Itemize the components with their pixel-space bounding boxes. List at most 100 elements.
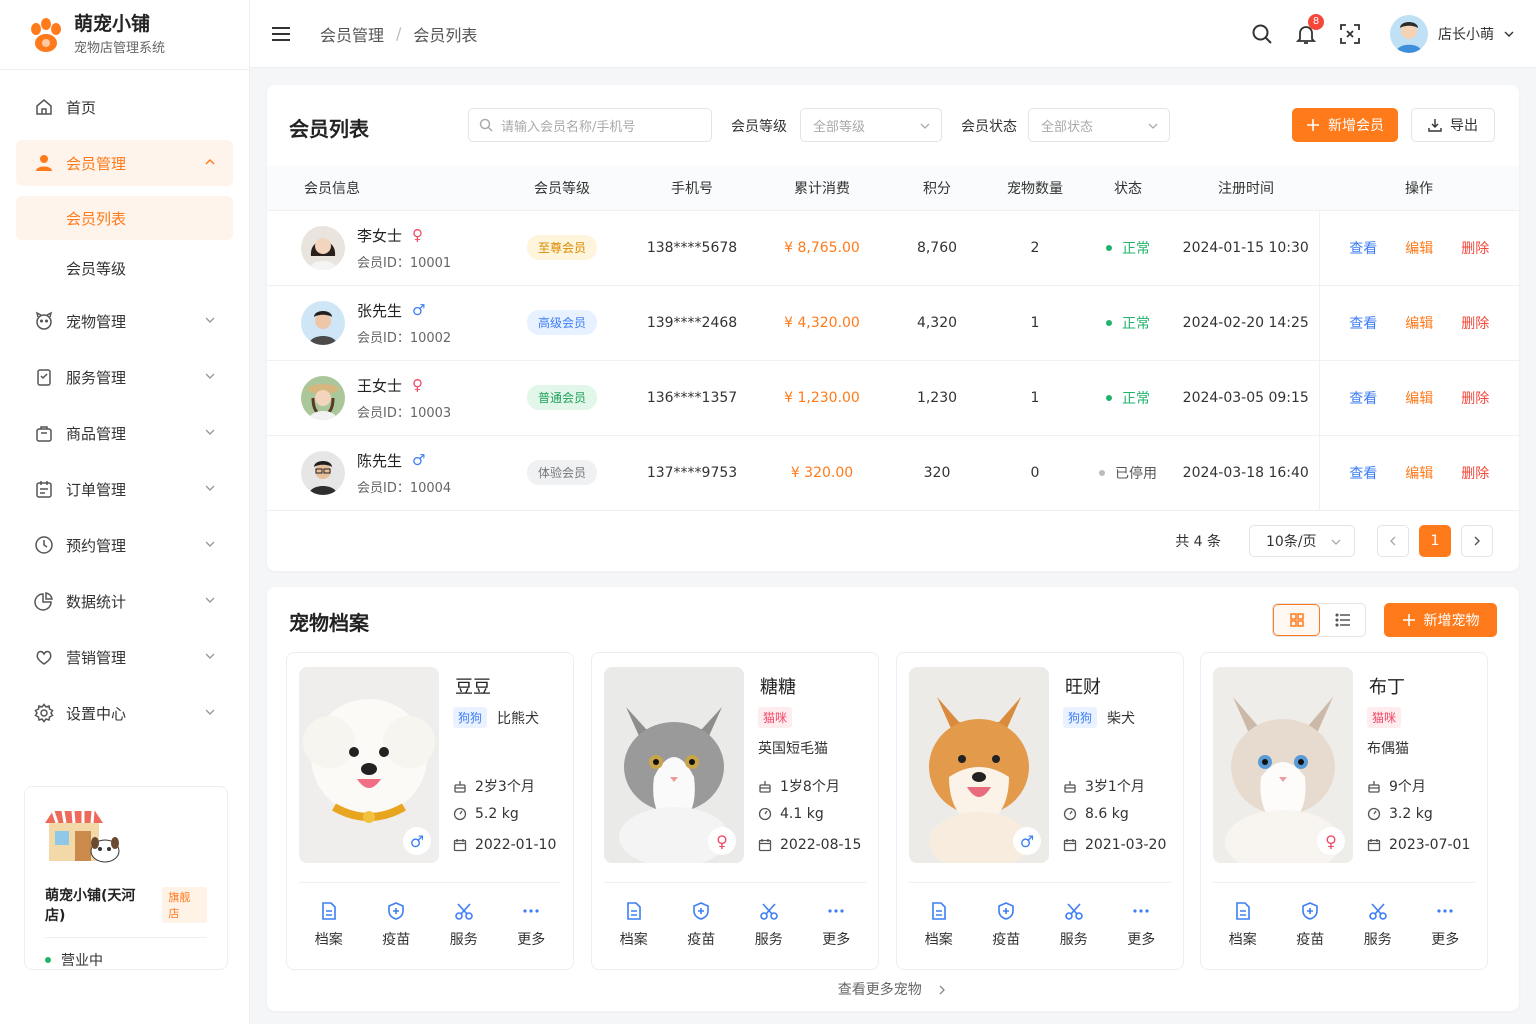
pet-age: 9个月 (1367, 776, 1426, 796)
nav-item-home[interactable]: 首页 (16, 84, 233, 130)
brand[interactable]: 萌宠小铺 宠物店管理系统 (0, 0, 249, 70)
delete-link[interactable]: 删除 (1461, 241, 1489, 257)
cake-icon (1368, 781, 1380, 793)
grid-view-button[interactable] (1273, 604, 1320, 636)
pet-breed: 比熊犬 (497, 710, 540, 727)
nav-item-goods[interactable]: 商品管理 (16, 410, 233, 456)
edit-link[interactable]: 编辑 (1405, 241, 1433, 257)
user-menu[interactable]: 店长小萌 (1390, 15, 1516, 53)
service-button[interactable]: 服务 (450, 901, 478, 949)
more-button[interactable]: 更多 (517, 901, 545, 949)
nav-label: 商品管理 (66, 424, 127, 443)
vaccine-button[interactable]: 疫苗 (382, 901, 410, 949)
member-avatar (301, 450, 345, 495)
pet-date: 2022-08-15 (758, 837, 861, 853)
nav-item-order[interactable]: 订单管理 (16, 466, 233, 512)
search-icon[interactable] (1250, 22, 1274, 46)
col-header: 积分 (887, 166, 987, 211)
calendar-icon (1367, 839, 1381, 852)
pet-card[interactable]: ♂ 豆豆 狗狗 比熊犬 2岁3个月 5.2 kg 2022-01-10 档案 疫苗… (286, 652, 574, 970)
archive-button[interactable]: 档案 (925, 901, 953, 949)
nav-item-service[interactable]: 服务管理 (16, 354, 233, 400)
nav-sub-member-level[interactable]: 会员等级 (16, 246, 233, 290)
view-link[interactable]: 查看 (1349, 391, 1377, 407)
panel-title: 宠物档案 (289, 611, 369, 635)
view-link[interactable]: 查看 (1349, 316, 1377, 332)
nav-item-stats[interactable]: 数据统计 (16, 578, 233, 624)
pet-card[interactable]: ♀ 布丁 猫咪 布偶猫 9个月 3.2 kg 2023-07-01 档案 疫苗 服… (1200, 652, 1488, 970)
edit-link[interactable]: 编辑 (1405, 391, 1433, 407)
service-button[interactable]: 服务 (755, 901, 783, 949)
view-link[interactable]: 查看 (1349, 241, 1377, 257)
action-label: 更多 (1127, 932, 1156, 948)
add-pet-button[interactable]: 新增宠物 (1384, 603, 1497, 637)
edit-link[interactable]: 编辑 (1405, 466, 1433, 482)
delete-link[interactable]: 删除 (1461, 391, 1489, 407)
phone-cell: 137****9753 (646, 464, 738, 481)
list-view-button[interactable] (1320, 604, 1365, 636)
store-card[interactable]: 萌宠小铺(天河店) 旗舰店 营业中 (24, 786, 228, 970)
nav-item-member[interactable]: 会员管理 (16, 140, 233, 186)
service-button[interactable]: 服务 (1364, 901, 1392, 949)
female-icon: ♀ (412, 226, 424, 244)
delete-link[interactable]: 删除 (1461, 316, 1489, 332)
male-icon: ♂ (1013, 827, 1041, 855)
vaccine-button[interactable]: 疫苗 (687, 901, 715, 949)
page-1-button[interactable]: 1 (1419, 525, 1451, 557)
notification-button[interactable]: 8 (1294, 14, 1324, 46)
view-more-pets-link[interactable]: 查看更多宠物 (267, 979, 1519, 999)
search-input[interactable]: 请输入会员名称/手机号 (468, 108, 712, 142)
menu-toggle-icon[interactable] (270, 23, 292, 45)
scale-icon (1367, 807, 1381, 821)
delete-link[interactable]: 删除 (1461, 466, 1489, 482)
cake-icon (759, 781, 771, 793)
edit-link[interactable]: 编辑 (1405, 316, 1433, 332)
points-cell: 4,320 (916, 314, 958, 331)
cake-icon (1064, 781, 1076, 793)
pet-card[interactable]: ♂ 旺财 狗狗 柴犬 3岁1个月 8.6 kg 2021-03-20 档案 疫苗 … (896, 652, 1184, 970)
next-page-button[interactable] (1461, 525, 1493, 557)
table-row: 陈先生 ♂ 会员ID：10004 体验会员 137****9753 ¥ 320.0… (267, 435, 1519, 510)
pet-photo: ♂ (299, 667, 439, 863)
action-label: 服务 (449, 932, 478, 948)
more-button[interactable]: 更多 (822, 901, 850, 949)
level-select[interactable]: 全部等级 (800, 108, 942, 142)
species-tag: 猫咪 (758, 707, 793, 728)
pet-breed: 柴犬 (1107, 710, 1136, 727)
nav-item-booking[interactable]: 预约管理 (16, 522, 233, 568)
panel-title: 会员列表 (289, 117, 369, 141)
table-row: 李女士 ♀ 会员ID：10001 至尊会员 138****5678 ¥ 8,765… (267, 210, 1519, 285)
shield-plus-icon (388, 902, 405, 920)
status-badge: 正常 (1106, 388, 1150, 408)
spend-cell: ¥ 8,765.00 (784, 239, 860, 256)
nav-item-settings[interactable]: 设置中心 (16, 690, 233, 736)
nav-item-pet[interactable]: 宠物管理 (16, 298, 233, 344)
service-button[interactable]: 服务 (1060, 901, 1088, 949)
page-size-select[interactable]: 10条/页 (1249, 525, 1355, 557)
view-link[interactable]: 查看 (1349, 466, 1377, 482)
archive-button[interactable]: 档案 (315, 901, 343, 949)
fullscreen-icon[interactable] (1338, 22, 1362, 46)
nav-sub-member-list[interactable]: 会员列表 (16, 196, 233, 240)
member-name: 陈先生 ♂ (357, 450, 451, 471)
nav-item-marketing[interactable]: 营销管理 (16, 634, 233, 680)
archive-button[interactable]: 档案 (1229, 901, 1257, 949)
prev-page-button[interactable] (1377, 525, 1409, 557)
top-header: 会员管理 / 会员列表 8 店长小萌 (250, 0, 1536, 68)
pet-card[interactable]: ♀ 糖糖 猫咪 英国短毛猫 1岁8个月 4.1 kg 2022-08-15 档案 … (591, 652, 879, 970)
archive-button[interactable]: 档案 (620, 901, 648, 949)
add-member-button[interactable]: 新增会员 (1292, 108, 1398, 142)
member-list-panel: 会员列表 请输入会员名称/手机号 会员等级 全部等级 会员状态 全部状态 新增会… (267, 85, 1519, 571)
status-badge: 正常 (1106, 313, 1150, 333)
more-button[interactable]: 更多 (1431, 901, 1459, 949)
divider (604, 882, 866, 883)
more-button[interactable]: 更多 (1127, 901, 1155, 949)
vaccine-button[interactable]: 疫苗 (992, 901, 1020, 949)
status-select[interactable]: 全部状态 (1028, 108, 1170, 142)
export-button[interactable]: 导出 (1411, 108, 1495, 142)
breadcrumb-parent[interactable]: 会员管理 (320, 22, 384, 46)
member-name: 李女士 ♀ (357, 225, 451, 246)
pets-cell: 0 (1030, 464, 1040, 481)
chevron-down-icon (205, 653, 215, 659)
vaccine-button[interactable]: 疫苗 (1296, 901, 1324, 949)
